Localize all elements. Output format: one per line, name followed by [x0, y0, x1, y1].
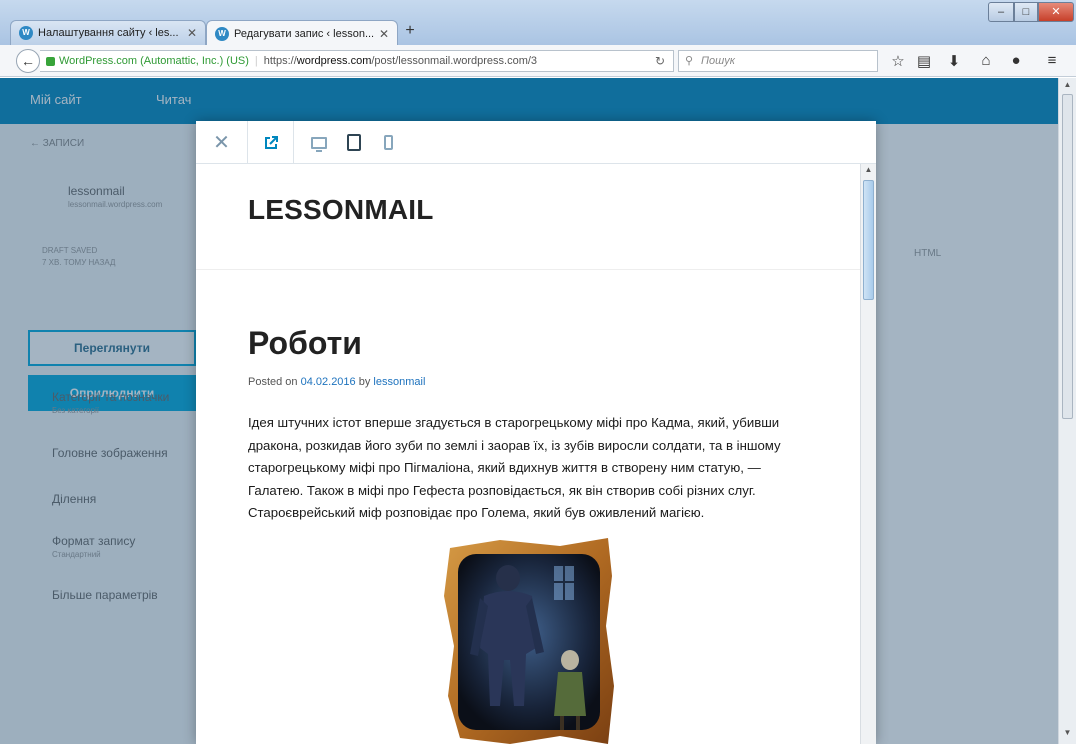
open-external-button[interactable]: [248, 121, 294, 164]
scroll-down-arrow[interactable]: ▼: [1059, 728, 1076, 737]
tab-edit-post[interactable]: W Редагувати запис ‹ lesson... ✕: [206, 20, 398, 46]
preview-modal: ✕ LESSONMAIL Роботи Posted on 04.02.2016…: [196, 121, 876, 744]
post-title: Роботи: [248, 325, 362, 361]
device-desktop-button[interactable]: [304, 121, 334, 164]
device-tablet-button[interactable]: [339, 121, 369, 164]
post-meta: Posted on 04.02.2016 by lessonmail: [248, 376, 425, 388]
search-placeholder: Пошук: [701, 55, 735, 67]
wordpress-icon: W: [19, 26, 33, 40]
reload-icon[interactable]: ↻: [655, 54, 665, 68]
search-input[interactable]: ⚲ Пошук: [678, 50, 878, 72]
address-bar[interactable]: WordPress.com (Automattic, Inc.) (US) | …: [40, 50, 674, 72]
preview-scrollbar-thumb[interactable]: [863, 180, 874, 300]
external-link-icon: [264, 135, 278, 149]
scroll-up-arrow[interactable]: ▲: [1059, 80, 1076, 89]
chat-icon[interactable]: ●: [1006, 52, 1026, 69]
meta-posted-on: Posted on: [248, 376, 298, 388]
url-text: https://wordpress.com/post/lessonmail.wo…: [264, 55, 537, 67]
tab-site-settings[interactable]: W Налаштування сайту ‹ les... ✕: [10, 20, 206, 45]
downloads-icon[interactable]: ⬇: [944, 52, 964, 70]
navigation-toolbar: ← WordPress.com (Automattic, Inc.) (US) …: [0, 45, 1076, 77]
url-prefix: https://: [263, 55, 297, 67]
meta-author-link[interactable]: lessonmail: [373, 376, 425, 388]
preview-scrollbar[interactable]: ▲: [860, 164, 876, 744]
lock-icon: [46, 56, 55, 66]
phone-icon: [383, 135, 393, 150]
page-scrollbar[interactable]: ▲ ▼: [1058, 78, 1076, 744]
meta-by: by: [358, 376, 371, 388]
url-path: /post/lessonmail.wordpress.com/3: [371, 55, 538, 67]
robot-golem-image: [444, 538, 614, 744]
close-tab-icon[interactable]: ✕: [187, 26, 197, 40]
bookmarks-list-icon[interactable]: ▤: [914, 52, 934, 70]
close-window-button[interactable]: ✕: [1038, 2, 1074, 22]
menu-icon[interactable]: ≡: [1042, 52, 1062, 69]
desktop-icon: [311, 136, 327, 152]
close-icon: ✕: [213, 132, 230, 154]
url-domain: wordpress.com: [296, 55, 372, 67]
tablet-icon: [347, 134, 361, 151]
url-separator: |: [254, 55, 258, 67]
certificate-owner: WordPress.com (Automattic, Inc.) (US): [59, 55, 249, 67]
browser-window: W Налаштування сайту ‹ les... ✕ W Редагу…: [0, 0, 1076, 744]
tab-label: Налаштування сайту ‹ les...: [38, 27, 179, 39]
new-tab-button[interactable]: +: [400, 22, 420, 40]
preview-toolbar: ✕: [196, 121, 876, 164]
bookmark-star-icon[interactable]: ☆: [888, 52, 908, 70]
wordpress-icon: W: [215, 26, 229, 41]
meta-date-link[interactable]: 04.02.2016: [301, 376, 356, 388]
preview-frame: LESSONMAIL Роботи Posted on 04.02.2016 b…: [196, 164, 876, 744]
maximize-button[interactable]: □: [1014, 2, 1038, 22]
close-preview-button[interactable]: ✕: [196, 121, 248, 164]
search-icon: ⚲: [685, 55, 694, 67]
preview-scroll-up-arrow[interactable]: ▲: [861, 165, 876, 174]
close-tab-icon[interactable]: ✕: [379, 27, 389, 41]
device-phone-button[interactable]: [373, 121, 403, 164]
minimize-button[interactable]: –: [988, 2, 1014, 22]
tab-label: Редагувати запис ‹ lesson...: [234, 27, 375, 40]
site-title[interactable]: LESSONMAIL: [248, 194, 434, 226]
home-icon[interactable]: ⌂: [976, 52, 996, 69]
post-body: Ідея штучних істот вперше згадується в с…: [248, 415, 781, 521]
site-header: LESSONMAIL: [196, 164, 860, 270]
back-button[interactable]: ←: [16, 49, 40, 73]
scrollbar-thumb[interactable]: [1062, 94, 1073, 419]
title-bar: W Налаштування сайту ‹ les... ✕ W Редагу…: [0, 0, 1076, 46]
